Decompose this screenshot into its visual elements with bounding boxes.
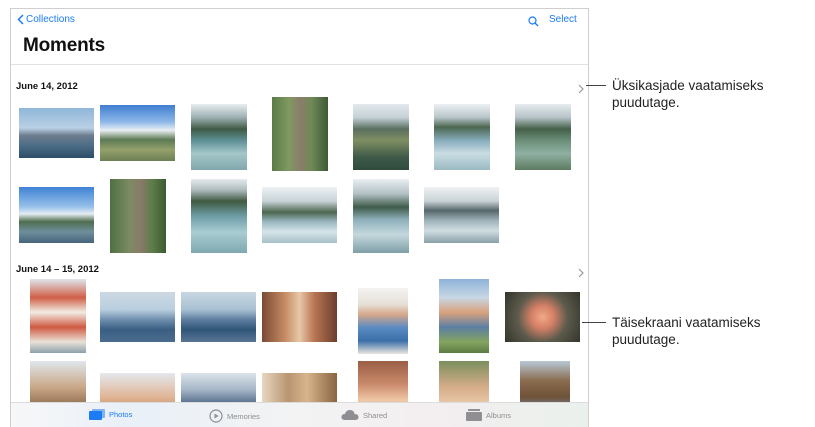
callout-leader-line (586, 85, 606, 86)
callout-text-line: puudutage. (612, 332, 680, 347)
photo-thumbnail[interactable] (19, 187, 94, 243)
tab-label: Shared (363, 410, 388, 420)
photo-thumbnail[interactable] (424, 187, 499, 243)
navigation-bar: Collections Select Moments (11, 9, 588, 67)
photo-thumbnail[interactable] (434, 104, 490, 170)
callout-text-line: Üksikasjade vaatamiseks (612, 78, 764, 93)
tab-shared[interactable]: Shared (341, 409, 387, 421)
photo-thumbnail[interactable] (358, 288, 408, 354)
chevron-left-icon (17, 14, 24, 25)
chevron-right-icon[interactable] (578, 81, 584, 99)
tab-label: Photos (109, 410, 133, 419)
search-icon[interactable] (528, 14, 539, 32)
photo-thumbnail[interactable] (262, 292, 337, 342)
page-title: Moments (23, 35, 105, 56)
photo-thumbnail[interactable] (439, 279, 489, 353)
tab-bar: Photos Memories Shared Albums (11, 402, 588, 427)
callout-text-line: Täisekraani vaatamiseks (612, 315, 761, 330)
photo-thumbnail[interactable] (272, 97, 328, 171)
photo-thumbnail[interactable] (515, 104, 571, 170)
back-label: Collections (26, 14, 75, 25)
tab-albums[interactable]: Albums (466, 409, 511, 421)
tab-photos[interactable]: Photos (89, 409, 132, 420)
memories-icon (209, 409, 223, 423)
chevron-right-icon[interactable] (578, 265, 584, 283)
photo-thumbnail[interactable] (100, 292, 175, 342)
section-header-june-14-15[interactable]: June 14 – 15, 2012 (16, 264, 99, 275)
callout-leader-line (582, 322, 606, 323)
albums-icon (466, 409, 482, 421)
callout-fullscreen: Täisekraani vaatamiseks puudutage. (612, 314, 761, 348)
photo-thumbnail[interactable] (110, 179, 166, 253)
callout-details: Üksikasjade vaatamiseks puudutage. (612, 77, 764, 111)
photos-icon (89, 409, 105, 420)
tab-label: Albums (486, 410, 512, 420)
photo-thumbnail[interactable] (191, 104, 247, 170)
photo-thumbnail[interactable] (353, 104, 409, 170)
photo-thumbnail[interactable] (262, 187, 337, 243)
section-header-june-14[interactable]: June 14, 2012 (16, 81, 78, 92)
tab-label: Memories (227, 411, 260, 421)
photos-app-window: Collections Select Moments June 14, 2012… (10, 8, 589, 427)
photo-thumbnail[interactable] (353, 179, 409, 253)
photo-thumbnail[interactable] (191, 179, 247, 253)
photo-thumbnail[interactable] (19, 108, 94, 158)
callout-text-line: puudutage. (612, 95, 680, 110)
photo-thumbnail[interactable] (181, 292, 256, 342)
photo-thumbnail[interactable] (100, 105, 175, 161)
select-button[interactable]: Select (549, 14, 577, 25)
divider (11, 64, 588, 65)
photo-thumbnail[interactable] (30, 279, 86, 353)
tab-memories[interactable]: Memories (209, 409, 260, 423)
photo-thumbnail[interactable] (505, 292, 580, 342)
cloud-icon (341, 410, 359, 420)
back-button[interactable]: Collections (17, 14, 75, 25)
